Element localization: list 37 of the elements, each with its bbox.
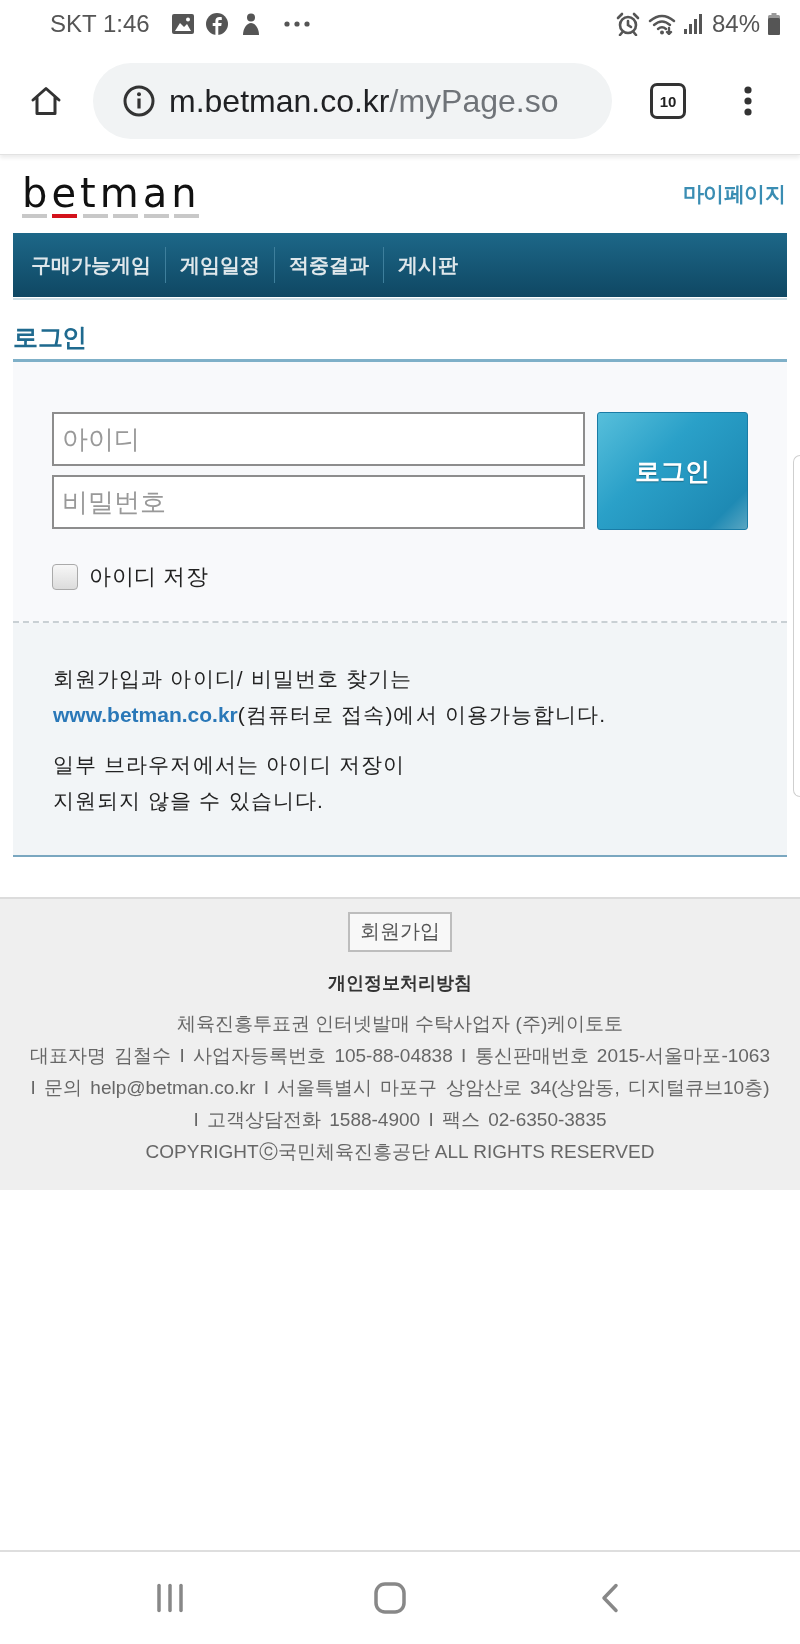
- url-text[interactable]: m.betman.co.kr/myPage.so: [169, 82, 559, 120]
- tab-switcher-button[interactable]: 10: [650, 83, 686, 119]
- facebook-icon: [205, 13, 228, 35]
- password-field[interactable]: 비밀번호: [52, 475, 585, 529]
- recents-icon[interactable]: [156, 1583, 184, 1613]
- company-text: 체육진흥투표권 인터넷발매 수탁사업자 (주)케이토토: [176, 1012, 624, 1036]
- wifi-icon: [647, 13, 676, 35]
- back-icon[interactable]: [601, 1583, 619, 1613]
- join-button[interactable]: 회원가입: [348, 912, 452, 952]
- alarm-icon: [615, 12, 640, 36]
- remember-label[interactable]: 아이디 저장: [89, 562, 209, 592]
- battery-percent: 84%: [711, 10, 760, 38]
- nav-link[interactable]: 게임일정: [165, 247, 274, 283]
- more-icon: [283, 21, 310, 27]
- privacy-policy-link[interactable]: 개인정보처리방침: [328, 968, 472, 998]
- status-time: SKT 1:46: [50, 10, 150, 38]
- signal-icon: [683, 14, 702, 34]
- website-link[interactable]: www.betman.co.kr: [53, 703, 238, 726]
- notice-text: 일부 브라우저에서는 아이디 저장이 지원되지 않을 수 있습니다.: [53, 752, 407, 814]
- remember-checkbox[interactable]: [52, 564, 78, 590]
- id-field[interactable]: 아이디: [52, 412, 585, 466]
- my-page-link[interactable]: 마이페이지: [682, 180, 785, 208]
- edge-panel-handle[interactable]: [793, 455, 800, 797]
- nav-link[interactable]: 게시판: [383, 247, 472, 283]
- copyright-text: COPYRIGHTⓒ국민체육진흥공단 ALL RIGHTS RESERVED: [145, 1140, 655, 1164]
- site-logo[interactable]: betman: [22, 176, 201, 218]
- notice-text: 회원가입과 아이디/ 비밀번호 찾기는 www.betman.co.kr(컴퓨터로 접속)에서 이용가능합니다.: [53, 666, 608, 728]
- battery-icon: [768, 13, 780, 35]
- nav-link[interactable]: 구매가능게임: [17, 247, 165, 283]
- info-icon[interactable]: [123, 85, 155, 117]
- gallery-icon: [171, 14, 194, 34]
- section-title: 로그인: [13, 322, 87, 353]
- address-bar[interactable]: m.betman.co.kr/myPage.so: [93, 63, 612, 139]
- menu-icon[interactable]: [744, 86, 752, 116]
- company-info-text: 대표자명 김철수 I 사업자등록번호 105-88-04838 I 통신판매번호 2015-서울마포-1063 I 문의 help@betman.co.kr I 서울특별시 마포구 상암산로 34(상암동, 디지털큐브10층) I 고객상담전화 1588-4900 I 팩스 02-6350-3835: [29, 1044, 771, 1132]
- nav-link[interactable]: 적중결과: [274, 247, 383, 283]
- home-icon[interactable]: [30, 85, 62, 117]
